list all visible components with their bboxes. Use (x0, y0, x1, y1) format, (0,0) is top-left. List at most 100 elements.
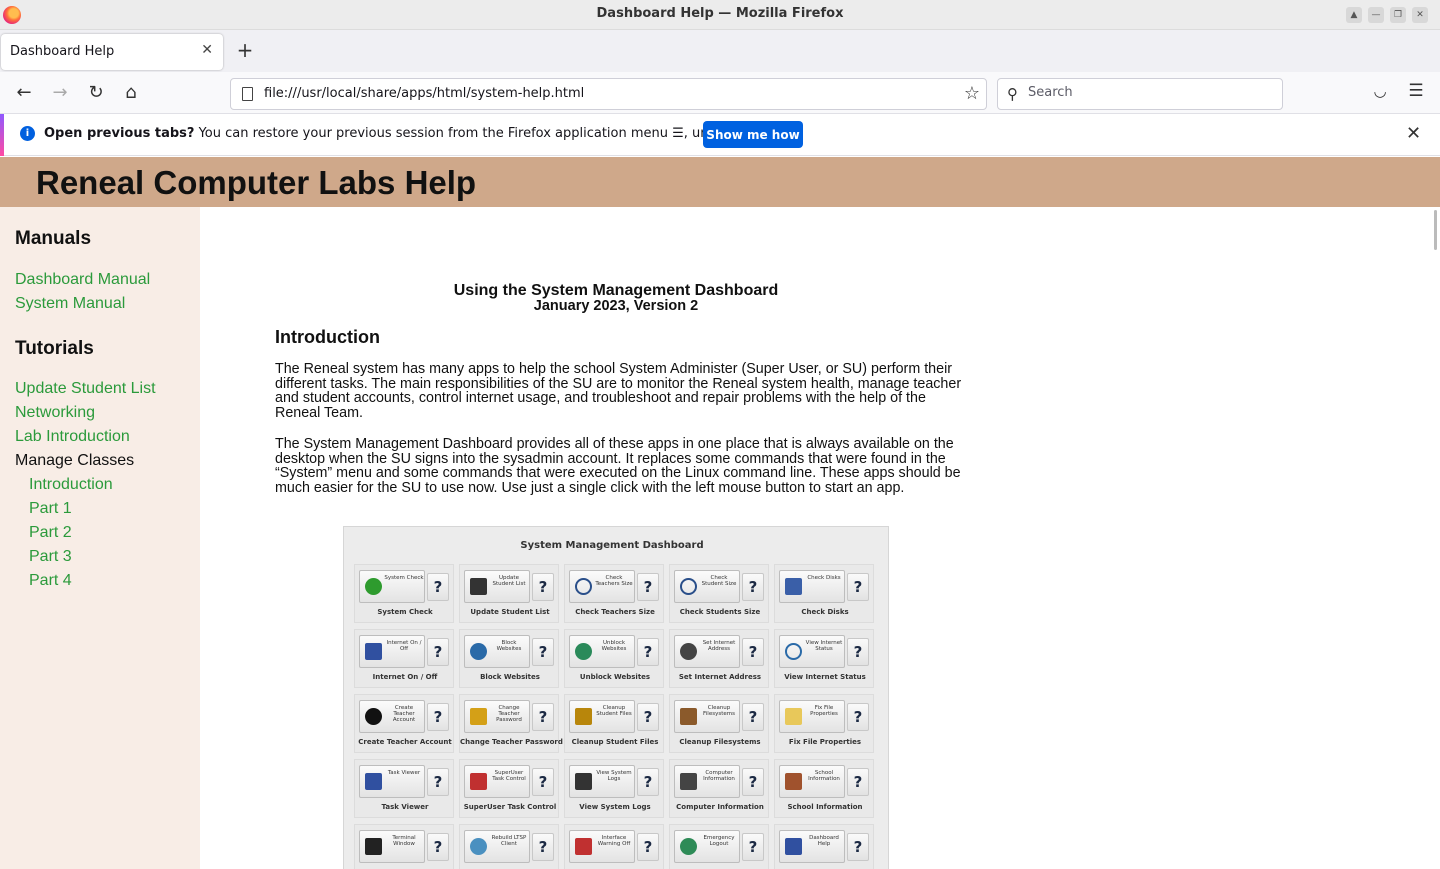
dashboard-app-cell: Rebuild LTSP Client? (459, 824, 559, 869)
tab-close-icon[interactable]: ✕ (201, 42, 213, 58)
help-question-icon: ? (427, 768, 449, 796)
dashboard-app-cell: Cleanup Student Files? Cleanup Student Fi… (564, 694, 664, 753)
show-me-how-button[interactable]: Show me how (703, 121, 803, 148)
dashboard-app-cell: View System Logs? View System Logs (564, 759, 664, 818)
help-book-icon (785, 838, 802, 855)
dashboard-app-button: Set Internet Address (674, 635, 740, 668)
window-minimize-icon[interactable]: — (1368, 7, 1384, 23)
sidebar-manage-classes: Manage Classes (15, 452, 135, 469)
reload-icon[interactable]: ↻ (85, 82, 107, 104)
dashboard-app-button-label: Cleanup Student Files (596, 705, 632, 717)
help-question-icon: ? (427, 833, 449, 861)
search-input[interactable] (1028, 85, 1268, 100)
dashboard-app-cell: Computer Information? Computer Informatio… (669, 759, 769, 818)
dashboard-app-button-label: Rebuild LTSP Client (491, 835, 527, 847)
dashboard-app-cell: Emergency Logout? (669, 824, 769, 869)
tutorials-heading: Tutorials (15, 338, 94, 359)
intro-paragraph-2: The System Management Dashboard provides… (275, 436, 961, 497)
dashboard-app-caption: Check Teachers Size (575, 608, 655, 616)
dashboard-app-button-label: Set Internet Address (702, 640, 736, 652)
search-icon: ⚲ (1007, 85, 1018, 103)
search-bar[interactable]: ⚲ (997, 78, 1283, 110)
dashboard-app-caption: Block Websites (480, 673, 540, 681)
help-question-icon: ? (637, 833, 659, 861)
bookmark-star-icon[interactable]: ☆ (964, 83, 980, 104)
dashboard-app-button-label: Block Websites (496, 640, 522, 652)
tab-label: Dashboard Help (10, 44, 115, 59)
dashboard-app-button: Computer Information (674, 765, 740, 798)
dashboard-app-button: SuperUser Task Control (464, 765, 530, 798)
sidebar-link-system-manual[interactable]: System Manual (15, 295, 125, 313)
document-search-icon (575, 773, 592, 790)
dashboard-app-cell: Internet On / Off? Internet On / Off (354, 629, 454, 688)
sidebar-link-part-4[interactable]: Part 4 (29, 572, 72, 590)
dashboard-app-button: Task Viewer (359, 765, 425, 798)
dashboard-app-cell: Block Websites? Block Websites (459, 629, 559, 688)
window-titlebar: Dashboard Help — Mozilla Firefox ▲ — ❐ ✕ (0, 0, 1440, 30)
navigation-bar: ← → ↻ ⌂ file:///usr/local/share/apps/htm… (0, 72, 1440, 114)
page-scrollbar[interactable] (1434, 210, 1437, 250)
help-question-icon: ? (742, 573, 764, 601)
dashboard-app-button-label: Task Viewer (387, 770, 421, 776)
introduction-heading: Introduction (275, 327, 380, 347)
dashboard-app-caption: Cleanup Student Files (571, 738, 659, 746)
dashboard-app-cell: Task Viewer? Task Viewer (354, 759, 454, 818)
forward-arrow-icon[interactable]: → (49, 82, 71, 104)
help-question-icon: ? (637, 638, 659, 666)
window-restore-icon[interactable]: ❐ (1390, 7, 1406, 23)
app-menu-icon[interactable]: ☰ (1405, 81, 1427, 103)
pocket-icon[interactable]: ◡ (1370, 82, 1390, 102)
sidebar-link-networking[interactable]: Networking (15, 404, 95, 422)
document-icon (785, 773, 802, 790)
url-bar[interactable]: file:///usr/local/share/apps/html/system… (230, 78, 987, 110)
help-question-icon: ? (847, 638, 869, 666)
sidebar-link-dashboard-manual[interactable]: Dashboard Manual (15, 271, 150, 289)
dashboard-app-caption: Check Disks (801, 608, 849, 616)
help-question-icon: ? (742, 638, 764, 666)
dashboard-app-cell: SuperUser Task Control? SuperUser Task Co… (459, 759, 559, 818)
dashboard-app-cell: Dashboard Help? (774, 824, 874, 869)
dashboard-app-button: System Check (359, 570, 425, 603)
sidebar-link-introduction[interactable]: Introduction (29, 476, 113, 494)
dashboard-app-button: Fix File Properties (779, 700, 845, 733)
back-arrow-icon[interactable]: ← (13, 82, 35, 104)
dashboard-app-caption: View System Logs (579, 803, 651, 811)
dashboard-app-cell: Fix File Properties? Fix File Properties (774, 694, 874, 753)
rebuild-icon (470, 838, 487, 855)
dashboard-app-cell: Change Teacher Password? Change Teacher P… (459, 694, 563, 753)
dashboard-app-button: Block Websites (464, 635, 530, 668)
dashboard-app-button-label: Check Disks (807, 575, 841, 581)
dashboard-app-button: Check Student Size (674, 570, 740, 603)
dashboard-app-button: Cleanup Student Files (569, 700, 635, 733)
help-question-icon: ? (637, 573, 659, 601)
sidebar-link-lab-introduction[interactable]: Lab Introduction (15, 428, 130, 446)
new-tab-button[interactable]: + (234, 39, 256, 61)
sidebar-link-part-1[interactable]: Part 1 (29, 500, 72, 518)
sidebar-link-part-3[interactable]: Part 3 (29, 548, 72, 566)
dashboard-app-cell: Check Student Size? Check Students Size (669, 564, 769, 623)
url-text[interactable]: file:///usr/local/share/apps/html/system… (264, 86, 584, 101)
window-pin-icon[interactable]: ▲ (1346, 7, 1362, 23)
dashboard-app-button-label: System Check (384, 575, 424, 581)
help-question-icon: ? (532, 703, 554, 731)
dashboard-app-cell: School Information? School Information (774, 759, 874, 818)
dashboard-app-button: Interface Warning Off (569, 830, 635, 863)
dashboard-app-button: Cleanup Filesystems (674, 700, 740, 733)
dashboard-app-button: Check Teachers Size (569, 570, 635, 603)
dashboard-app-cell: Update Student List? Update Student List (459, 564, 559, 623)
tab-dashboard-help[interactable]: Dashboard Help ✕ (1, 34, 223, 70)
window-close-icon[interactable]: ✕ (1412, 7, 1428, 23)
page-icon (242, 87, 253, 101)
sidebar-link-update-student-list[interactable]: Update Student List (15, 380, 156, 398)
dashboard-app-cell: View Internet Status? View Internet Statu… (774, 629, 874, 688)
dashboard-app-caption: Internet On / Off (372, 673, 438, 681)
home-icon[interactable]: ⌂ (120, 82, 142, 104)
notification-close-icon[interactable]: ✕ (1406, 123, 1421, 144)
dashboard-app-button: Internet On / Off (359, 635, 425, 668)
list-icon (470, 578, 487, 595)
dashboard-title: System Management Dashboard (520, 540, 704, 551)
sidebar-link-part-2[interactable]: Part 2 (29, 524, 72, 542)
dashboard-app-cell: Unblock Websites? Unblock Websites (564, 629, 664, 688)
intro-paragraph-1: The Reneal system has many apps to help … (275, 361, 962, 422)
session-restore-notification: i Open previous tabs? You can restore yo… (0, 114, 1440, 156)
